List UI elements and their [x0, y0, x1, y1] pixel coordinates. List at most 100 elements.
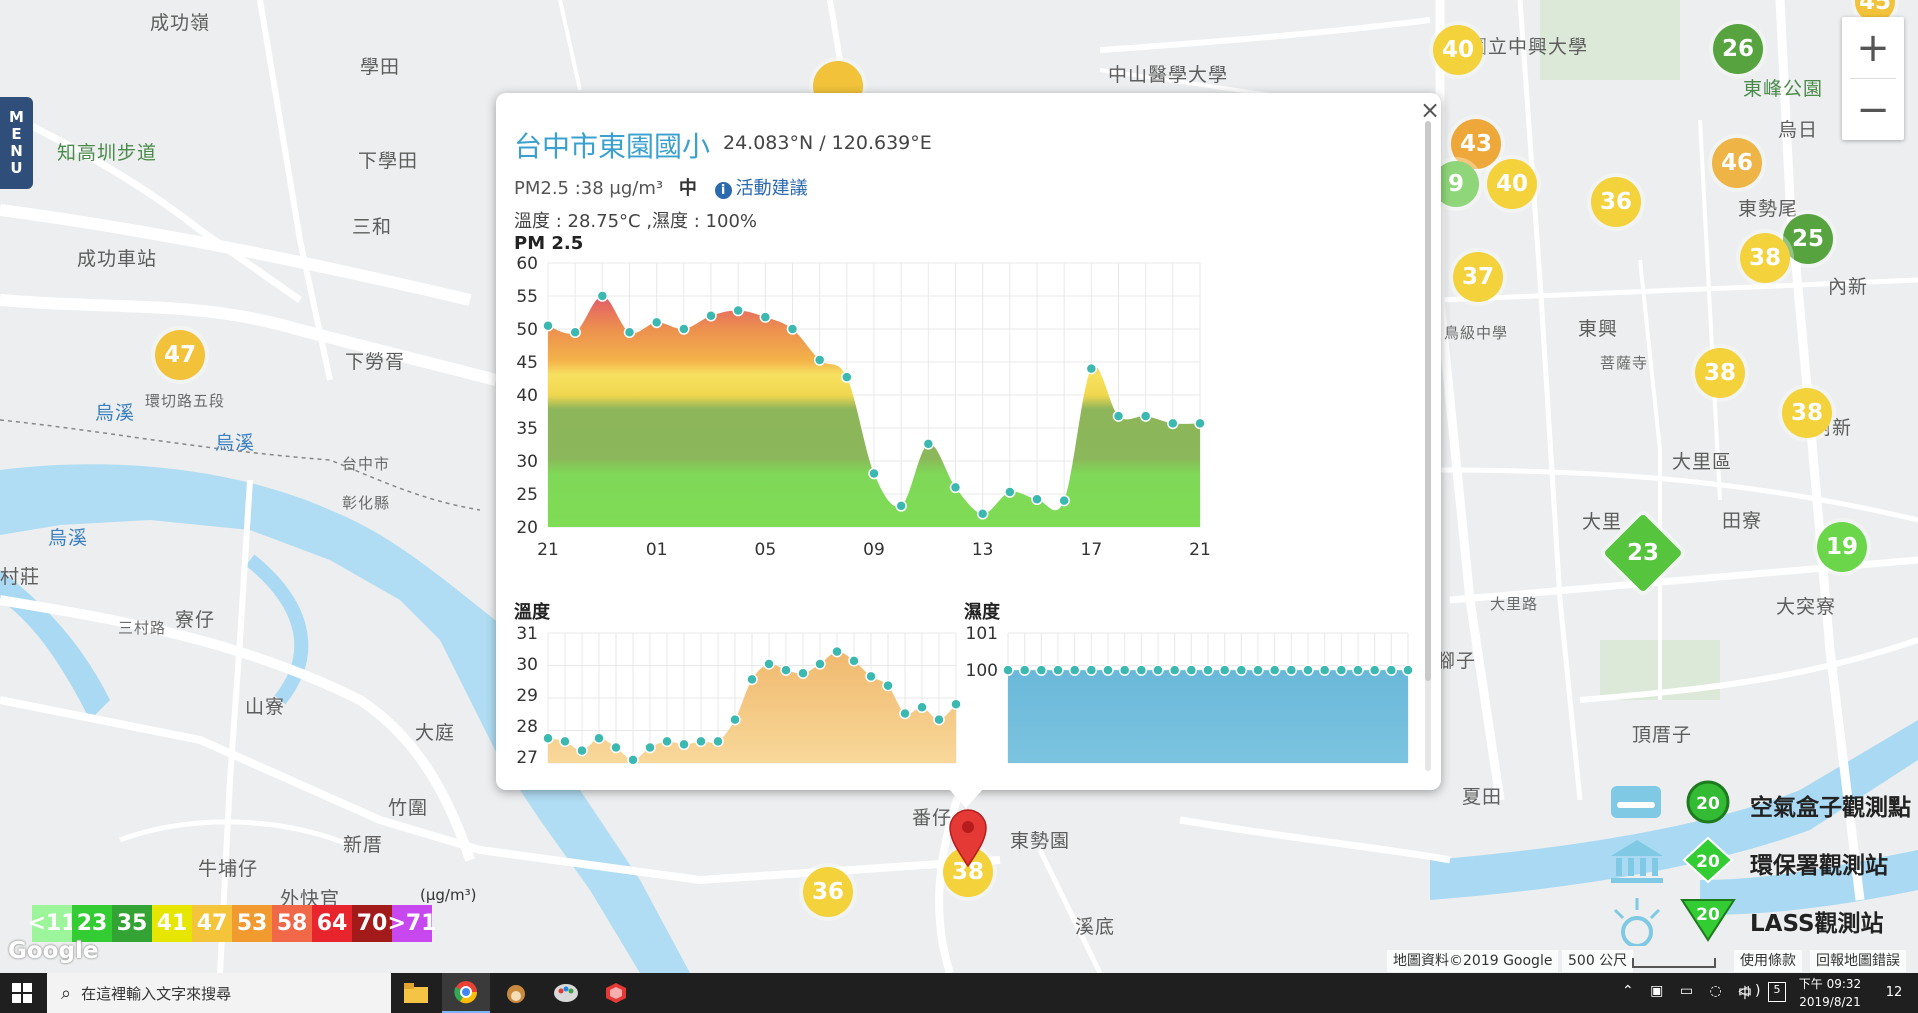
data-point[interactable]	[1152, 664, 1164, 676]
data-point[interactable]	[678, 323, 690, 335]
data-point[interactable]	[1302, 664, 1314, 676]
data-point[interactable]	[1068, 664, 1081, 676]
data-point[interactable]	[1058, 494, 1070, 507]
data-point[interactable]	[1335, 664, 1348, 676]
data-point[interactable]	[1202, 664, 1214, 676]
zoom-in-button[interactable]: +	[1842, 17, 1904, 78]
data-point[interactable]	[1002, 664, 1014, 676]
data-point[interactable]	[1352, 664, 1364, 676]
terms-link[interactable]: 使用條款	[1734, 950, 1802, 972]
menu-tab[interactable]: MENU	[0, 97, 33, 189]
app-icon-paint[interactable]	[542, 973, 590, 1013]
file-explorer-icon[interactable]	[392, 973, 440, 1013]
data-point[interactable]	[1031, 493, 1043, 506]
data-point[interactable]	[627, 754, 639, 766]
data-point[interactable]	[712, 735, 724, 748]
data-point[interactable]	[813, 354, 826, 366]
data-point[interactable]	[780, 664, 792, 676]
data-point[interactable]	[661, 735, 673, 748]
data-point[interactable]	[1004, 486, 1016, 498]
data-point[interactable]	[559, 735, 571, 748]
data-point[interactable]	[1285, 664, 1298, 676]
data-point[interactable]	[1085, 362, 1098, 375]
data-point[interactable]	[922, 438, 935, 450]
data-point[interactable]	[569, 326, 581, 339]
app-icon-dog[interactable]	[492, 973, 540, 1013]
station-marker-m38c[interactable]: 38	[1782, 388, 1832, 438]
data-point[interactable]	[949, 481, 962, 494]
data-point[interactable]	[644, 741, 656, 754]
station-marker-m36b[interactable]: 36	[803, 867, 853, 917]
data-point[interactable]	[786, 323, 799, 335]
data-point[interactable]	[899, 707, 911, 720]
data-point[interactable]	[1168, 664, 1181, 676]
taskbar-clock[interactable]: 下午 09:32 2019/8/21	[1790, 975, 1870, 1011]
ime-indicator[interactable]: 中	[1738, 983, 1752, 1003]
data-point[interactable]	[759, 311, 772, 323]
data-point[interactable]	[1185, 664, 1198, 676]
data-point[interactable]	[1018, 664, 1031, 676]
data-point[interactable]	[814, 658, 826, 670]
data-point[interactable]	[1268, 664, 1281, 676]
data-point[interactable]	[596, 290, 609, 302]
notification-center-button[interactable]: 12	[1880, 981, 1908, 1005]
selected-location-pin-icon[interactable]	[948, 808, 988, 868]
data-point[interactable]	[695, 735, 707, 748]
data-point[interactable]	[542, 319, 554, 332]
data-point[interactable]	[1252, 664, 1264, 676]
data-point[interactable]	[1218, 664, 1231, 676]
close-popup-button[interactable]: ×	[1420, 96, 1440, 124]
data-point[interactable]	[916, 701, 928, 714]
data-point[interactable]	[650, 316, 663, 329]
data-point[interactable]	[1135, 664, 1148, 676]
station-marker-m40a[interactable]: 40	[1433, 25, 1483, 75]
station-marker-m26[interactable]: 26	[1713, 24, 1763, 74]
data-point[interactable]	[1235, 664, 1248, 676]
data-point[interactable]	[1112, 410, 1125, 422]
data-point[interactable]	[882, 679, 894, 692]
data-point[interactable]	[746, 673, 758, 686]
data-point[interactable]	[1194, 417, 1206, 430]
data-point[interactable]	[1139, 410, 1152, 422]
data-point[interactable]	[895, 500, 907, 512]
zoom-out-button[interactable]: −	[1842, 79, 1904, 140]
data-point[interactable]	[868, 467, 880, 480]
data-point[interactable]	[1385, 664, 1398, 676]
data-point[interactable]	[542, 732, 554, 744]
data-point[interactable]	[933, 713, 945, 726]
data-point[interactable]	[1118, 664, 1131, 676]
data-point[interactable]	[831, 645, 843, 658]
station-marker-m25[interactable]: 25	[1783, 214, 1833, 264]
windows-start-icon[interactable]	[12, 983, 32, 1003]
data-point[interactable]	[763, 658, 775, 670]
data-point[interactable]	[976, 508, 989, 520]
station-marker-m47[interactable]: 47	[155, 330, 205, 380]
data-point[interactable]	[610, 741, 622, 754]
data-point[interactable]	[1167, 417, 1179, 430]
data-point[interactable]	[797, 667, 809, 679]
chrome-icon[interactable]	[442, 973, 490, 1013]
station-marker-m38b[interactable]: 38	[1695, 348, 1745, 398]
data-point[interactable]	[705, 310, 717, 322]
data-point[interactable]	[678, 738, 690, 751]
data-point[interactable]	[576, 744, 588, 757]
data-point[interactable]	[1102, 664, 1114, 676]
data-point[interactable]	[841, 371, 853, 383]
report-error-link[interactable]: 回報地圖錯誤	[1810, 950, 1906, 972]
station-marker-m38a[interactable]: 38	[1740, 233, 1790, 283]
data-point[interactable]	[1035, 664, 1048, 676]
station-marker-m19[interactable]: 19	[1817, 522, 1867, 572]
station-marker-m36a[interactable]: 36	[1591, 177, 1641, 227]
data-point[interactable]	[848, 655, 860, 667]
data-point[interactable]	[732, 304, 744, 317]
data-point[interactable]	[1085, 664, 1098, 676]
station-marker-m46[interactable]: 46	[1712, 138, 1762, 188]
data-point[interactable]	[1318, 664, 1331, 676]
google-logo[interactable]: Google	[8, 938, 98, 964]
data-point[interactable]	[1052, 664, 1064, 676]
data-point[interactable]	[623, 326, 636, 339]
data-point[interactable]	[1368, 664, 1381, 676]
activity-advice-link[interactable]: i 活動建議	[714, 178, 808, 199]
data-point[interactable]	[729, 713, 741, 726]
data-point[interactable]	[1402, 664, 1414, 676]
